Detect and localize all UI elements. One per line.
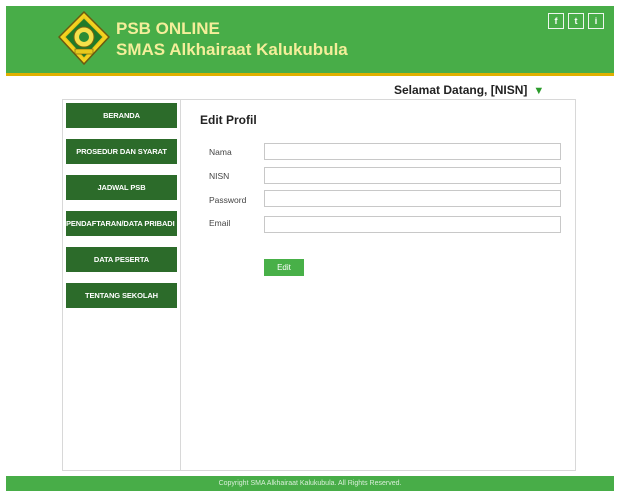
dropdown-arrow-icon[interactable]: ▼ [533,85,544,97]
page-title: Edit Profil [200,113,257,127]
sidebar-item-beranda[interactable]: BERANDA [66,103,177,128]
nama-label: Nama [209,147,232,157]
password-label: Password [209,195,247,205]
edit-button[interactable]: Edit [264,259,304,276]
password-field[interactable] [264,190,561,207]
site-title: PSB ONLINE [116,19,220,38]
copyright-text: Copyright SMA Alkhairaat Kalukubula. All… [218,480,402,487]
social-links: f t i [548,13,604,29]
facebook-icon[interactable]: f [548,13,564,29]
welcome-text: Selamat Datang, [NISN] [394,83,528,97]
sidebar-item-prosedur[interactable]: PROSEDUR DAN SYARAT [66,139,177,164]
user-menu[interactable]: Selamat Datang, [NISN] ▼ [394,83,544,97]
nama-field[interactable] [264,143,561,160]
sidebar-item-data-peserta[interactable]: DATA PESERTA [66,247,177,272]
header-divider [6,73,614,76]
school-name: SMAS Alkhairaat Kalukubula [116,40,348,59]
sidebar-item-pendaftaran[interactable]: PENDAFTARAN/DATA PRIBADI [66,211,177,236]
nisn-label: NISN [209,171,230,181]
site-footer: Copyright SMA Alkhairaat Kalukubula. All… [6,476,614,491]
email-field[interactable] [264,216,561,233]
sidebar-nav: BERANDA PROSEDUR DAN SYARAT JADWAL PSB P… [66,103,178,319]
school-logo-icon [58,11,110,65]
sidebar-item-jadwal[interactable]: JADWAL PSB [66,175,177,200]
sidebar-item-tentang[interactable]: TENTANG SEKOLAH [66,283,177,308]
nisn-field[interactable] [264,167,561,184]
email-label: Email [209,218,231,228]
twitter-icon[interactable]: t [568,13,584,29]
info-icon[interactable]: i [588,13,604,29]
sidebar-divider [180,99,181,471]
